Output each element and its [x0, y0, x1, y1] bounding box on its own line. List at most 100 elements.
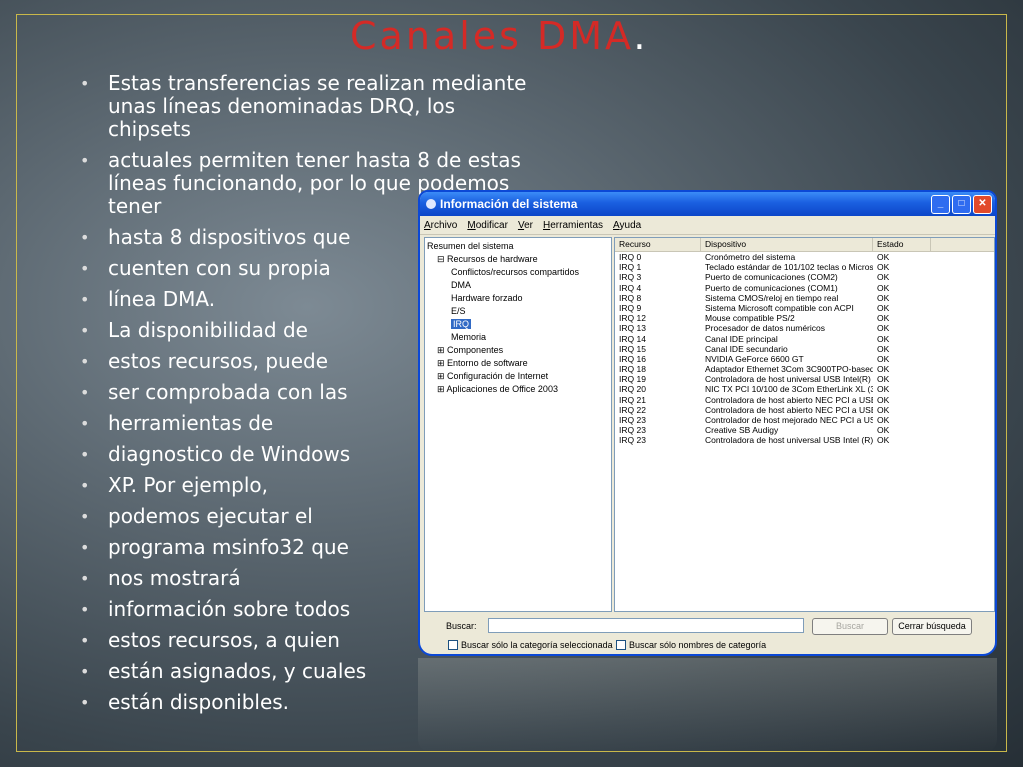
table-cell: OK [877, 313, 890, 324]
table-row[interactable]: IRQ 13 Procesador de datos numéricos OK [615, 323, 994, 333]
bullet-icon: • [80, 383, 90, 402]
table-cell: IRQ 0 [619, 252, 642, 262]
slide-title: Canales DMA. [350, 14, 649, 58]
tree-item[interactable]: DMA [427, 279, 609, 292]
table-cell: OK [877, 262, 890, 273]
table-cell: IRQ 9 [619, 302, 642, 313]
table-cell: IRQ 15 [619, 343, 646, 354]
table-cell: OK [877, 272, 890, 283]
tree-item[interactable]: Hardware forzado [427, 292, 609, 305]
window-titlebar[interactable]: Información del sistema _ □ ✕ [420, 192, 995, 216]
table-row[interactable]: IRQ 9 Sistema Microsoft compatible con AC… [615, 303, 994, 313]
window-reflection [418, 658, 997, 753]
table-cell: OK [877, 394, 890, 405]
bullet-icon: • [80, 693, 90, 712]
menu-item[interactable]: Archivo [424, 220, 457, 231]
table-cell: IRQ 20 [619, 384, 646, 395]
menu-item[interactable]: Herramientas [543, 220, 603, 231]
table-cell: OK [877, 384, 890, 395]
table-cell: IRQ 4 [619, 282, 642, 293]
table-cell: Controlador de host mejorado NEC PCI a U… [705, 415, 873, 425]
table-row[interactable]: IRQ 22 Controladora de host abierto NEC P… [615, 405, 994, 415]
table-cell: OK [877, 292, 890, 303]
table-row[interactable]: IRQ 23 Controladora de host universal USB… [615, 435, 994, 445]
table-cell: IRQ 23 [619, 415, 646, 425]
tree-item[interactable]: ⊞ Aplicaciones de Office 2003 [427, 383, 609, 396]
table-cell: OK [877, 353, 890, 364]
menu-item[interactable]: Modificar [467, 220, 508, 231]
table-cell: OK [877, 343, 890, 354]
table-cell: OK [877, 415, 890, 425]
checkbox-icon[interactable] [616, 640, 626, 650]
table-cell: Cronómetro del sistema [705, 252, 796, 262]
category-tree[interactable]: Resumen del sistema ⊟ Recursos de hardwa… [424, 237, 612, 612]
bullet-icon: • [80, 321, 90, 340]
table-row[interactable]: IRQ 12 Mouse compatible PS/2 OK [615, 313, 994, 323]
tree-item-hardware[interactable]: ⊟ Recursos de hardware [427, 253, 609, 266]
table-row[interactable]: IRQ 19 Controladora de host universal USB… [615, 374, 994, 384]
table-row[interactable]: IRQ 16 NVIDIA GeForce 6600 GT OK [615, 354, 994, 364]
table-row[interactable]: IRQ 15 Canal IDE secundario OK [615, 344, 994, 354]
maximize-icon[interactable]: □ [952, 195, 971, 214]
column-header[interactable]: Recurso [615, 238, 701, 251]
table-cell: Canal IDE principal [705, 333, 778, 344]
msinfo-window: Información del sistema _ □ ✕ Archivo Mod… [418, 190, 997, 656]
table-cell: OK [877, 404, 890, 415]
table-row[interactable]: IRQ 18 Adaptador Ethernet 3Com 3C900TPO-b… [615, 364, 994, 374]
bullet-icon: • [80, 414, 90, 433]
table-cell: OK [877, 252, 890, 262]
tree-item[interactable]: IRQ [427, 318, 609, 331]
table-cell: IRQ 22 [619, 404, 646, 415]
checkbox-selected-category[interactable]: Buscar sólo la categoría seleccionada [448, 640, 613, 650]
bullet-icon: • [80, 74, 90, 93]
table-row[interactable]: IRQ 21 Controladora de host abierto NEC P… [615, 395, 994, 405]
search-input[interactable] [488, 618, 804, 633]
menu-bar: Archivo Modificar Ver Herramientas Ayuda [420, 216, 995, 235]
table-cell: IRQ 1 [619, 262, 642, 273]
table-row[interactable]: IRQ 23 Creative SB Audigy OK [615, 425, 994, 435]
table-cell: IRQ 21 [619, 394, 646, 405]
bullet-icon: • [80, 569, 90, 588]
table-cell: IRQ 8 [619, 292, 642, 303]
table-cell: Puerto de comunicaciones (COM1) [705, 282, 838, 293]
tree-item[interactable]: Memoria [427, 331, 609, 344]
close-icon[interactable]: ✕ [973, 195, 992, 214]
bullet-icon: • [80, 290, 90, 309]
checkbox-category-names[interactable]: Buscar sólo nombres de categoría [616, 640, 766, 650]
table-cell: Canal IDE secundario [705, 343, 788, 354]
tree-item[interactable]: E/S [427, 305, 609, 318]
table-row[interactable]: IRQ 23 Controlador de host mejorado NEC P… [615, 415, 994, 425]
table-row[interactable]: IRQ 4 Puerto de comunicaciones (COM1) OK [615, 283, 994, 293]
column-header[interactable]: Dispositivo [701, 238, 873, 251]
table-row[interactable]: IRQ 3 Puerto de comunicaciones (COM2) OK [615, 272, 994, 282]
close-search-button[interactable]: Cerrar búsqueda [892, 618, 972, 635]
table-cell: OK [877, 435, 890, 446]
table-cell: Creative SB Audigy [705, 425, 779, 436]
table-row[interactable]: IRQ 8 Sistema CMOS/reloj en tiempo real OK [615, 293, 994, 303]
tree-item[interactable]: Conflictos/recursos compartidos [427, 266, 609, 279]
tree-item-summary[interactable]: Resumen del sistema [427, 240, 609, 253]
menu-item[interactable]: Ayuda [613, 220, 641, 231]
tree-item[interactable]: ⊞ Entorno de software [427, 357, 609, 370]
table-row[interactable]: IRQ 1 Teclado estándar de 101/102 teclas … [615, 262, 994, 272]
bullet-icon: • [80, 631, 90, 650]
table-row[interactable]: IRQ 20 NIC TX PCI 10/100 de 3Com EtherLin… [615, 384, 994, 394]
table-cell: Controladora de host abierto NEC PCI a U… [705, 394, 873, 405]
table-cell: Controladora de host universal USB Intel… [705, 435, 873, 446]
column-header[interactable]: Estado [873, 238, 931, 251]
tree-item[interactable]: ⊞ Componentes [427, 344, 609, 357]
menu-item[interactable]: Ver [518, 220, 533, 231]
table-cell: Sistema Microsoft compatible con ACPI [705, 302, 854, 313]
table-cell: IRQ 3 [619, 272, 642, 283]
app-icon [426, 199, 436, 209]
table-cell: IRQ 12 [619, 313, 646, 324]
checkbox-icon[interactable] [448, 640, 458, 650]
table-cell: IRQ 23 [619, 425, 646, 436]
table-row[interactable]: IRQ 14 Canal IDE principal OK [615, 334, 994, 344]
tree-item[interactable]: ⊞ Configuración de Internet [427, 370, 609, 383]
window-title: Información del sistema [440, 197, 578, 211]
search-label: Buscar: [446, 621, 477, 631]
table-row[interactable]: IRQ 0 Cronómetro del sistema OK [615, 252, 994, 262]
search-button[interactable]: Buscar [812, 618, 888, 635]
minimize-icon[interactable]: _ [931, 195, 950, 214]
